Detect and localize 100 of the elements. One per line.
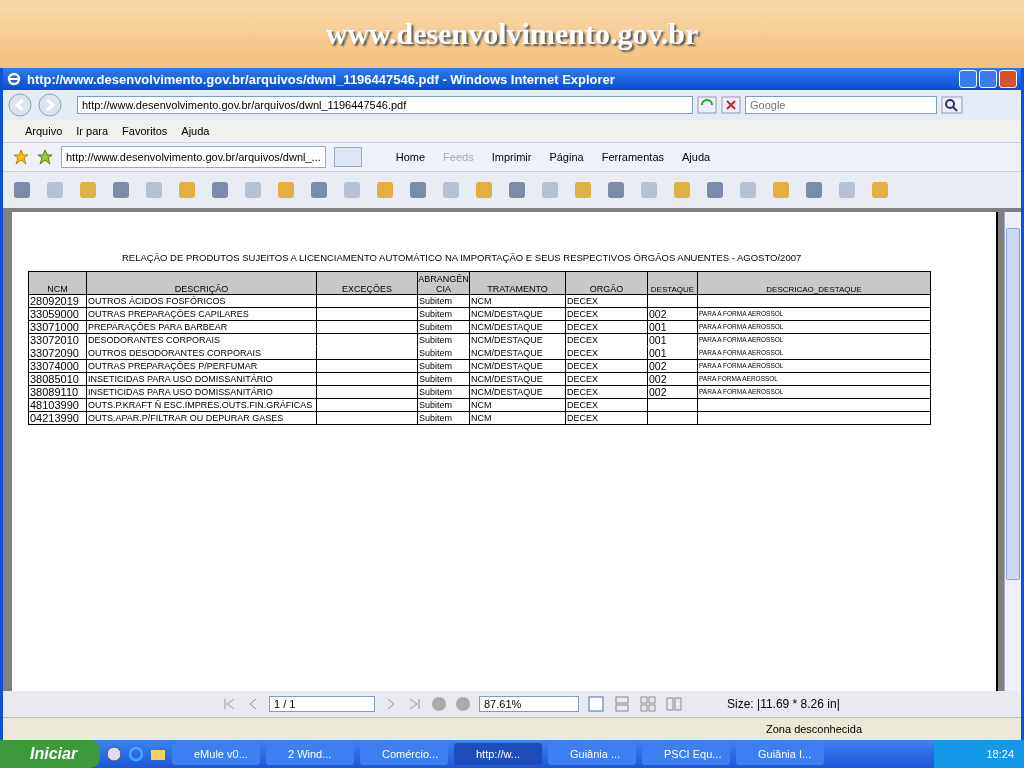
search-field[interactable]: Google — [745, 96, 937, 114]
column-header: NCM — [29, 272, 87, 295]
table-cell: 002 — [649, 386, 667, 398]
quick-launch-icon[interactable] — [106, 746, 122, 762]
menu-item[interactable]: Ir para — [76, 125, 109, 137]
table-cell: DESODORANTES CORPORAIS — [88, 334, 221, 345]
taskbar-button[interactable]: Guiânia ... — [548, 743, 636, 765]
table-cell: DECEX — [567, 387, 598, 397]
refresh-icon[interactable] — [697, 96, 717, 114]
table-cell: DECEX — [567, 335, 598, 345]
start-button[interactable]: Iniciar — [0, 740, 100, 768]
menu-item[interactable]: Arquivo — [25, 125, 63, 137]
taskbar-button[interactable]: PSCI Equ... — [642, 743, 730, 765]
table-cell: DECEX — [567, 374, 598, 384]
close-icon[interactable] — [721, 96, 741, 114]
table-cell: OUTS.P.KRAFT Ñ ESC.IMPRES.OUTS.FIN.GRÁFICAS — [88, 399, 313, 410]
table-cell: Subitem — [419, 400, 453, 410]
table-cell: DECEX — [567, 348, 598, 358]
forward-button[interactable] — [37, 92, 63, 118]
table-cell: DECEX — [567, 400, 598, 410]
page-size: Size: |11.69 * 8.26 in| — [727, 697, 840, 711]
table-cell: 002 — [649, 308, 667, 320]
minimize-button[interactable] — [959, 70, 977, 88]
menu-item[interactable]: Favoritos — [122, 125, 168, 137]
table-cell: Subitem — [419, 348, 453, 358]
new-tab-button[interactable] — [333, 147, 362, 167]
table-cell: OUTROS DESODORANTES CORPORAIS — [88, 347, 262, 358]
table-cell: OUTROS ÁCIDOS FOSFÓRICOS — [88, 295, 226, 306]
table-cell: DECEX — [567, 296, 598, 306]
table-cell: DECEX — [567, 309, 598, 319]
table-cell: DECEX — [567, 361, 598, 371]
table-cell: 001 — [649, 321, 667, 333]
page-field[interactable]: 1 / 1 — [269, 696, 375, 712]
maximize-button[interactable] — [979, 70, 997, 88]
table-cell: 28092019 — [30, 295, 79, 307]
column-header: DESTAQUE — [648, 272, 698, 295]
command-button[interactable]: Ferramentas — [601, 151, 665, 163]
table-cell: NCM/DESTAQUE — [471, 374, 543, 384]
table-cell: 04213990 — [30, 412, 79, 424]
address-field[interactable]: http://www.desenvolvimento.gov.br/arquivos/dwnl_1196447546.pdf — [77, 96, 693, 114]
search-icon[interactable] — [941, 96, 963, 114]
table-cell: 38085010 — [30, 373, 79, 385]
command-button[interactable]: Ajuda — [682, 151, 711, 163]
table-cell: NCM/DESTAQUE — [471, 322, 543, 332]
continuous-icon[interactable] — [613, 695, 631, 713]
back-button[interactable] — [7, 92, 33, 118]
table-cell: DECEX — [567, 322, 598, 332]
table-cell: 001 — [649, 347, 667, 359]
close-button[interactable] — [999, 70, 1017, 88]
grid-icon[interactable] — [639, 695, 657, 713]
taskbar-button[interactable]: eMule v0... — [172, 743, 260, 765]
document-heading: RELAÇÃO DE PRODUTOS SUJEITOS A LICENCIAMENTO AUTOMÁTICO NA IMPORTAÇÃO E SEUS RESPECTIVOS ÓRGÃOS ANUENTES - AGOSTO/2007 — [122, 252, 803, 263]
table-cell: NCM/DESTAQUE — [471, 335, 543, 345]
table-cell: Subitem — [419, 335, 453, 345]
add-favorite-icon[interactable] — [37, 149, 53, 165]
taskbar-button[interactable]: 2 Wind... — [266, 743, 354, 765]
column-header: ORGÃO — [566, 272, 648, 295]
clock: 18:24 — [986, 748, 1014, 760]
table-cell: OUTRAS PREPARAÇÕES CAPILARES — [88, 308, 249, 319]
table-cell: NCM — [471, 296, 492, 306]
window-title: http://www.desenvolvimento.gov.br/arquivos/dwnl_1196447546.pdf - Windows Internet Explorer — [27, 71, 615, 87]
column-header: DESCRIÇÃO — [87, 272, 317, 295]
table-cell: 002 — [649, 360, 667, 372]
column-header: TRATAMENTO — [470, 272, 566, 295]
table-cell: NCM/DESTAQUE — [471, 348, 543, 358]
table-cell: 38089110 — [30, 386, 79, 398]
table-cell: NCM — [471, 400, 492, 410]
command-button[interactable]: Página — [549, 151, 584, 163]
zoom-field[interactable]: 87.61% — [479, 696, 579, 712]
column-header: DESCRICAO_DESTAQUE — [698, 272, 931, 295]
table-cell: 33072090 — [30, 347, 79, 359]
browser-icon[interactable] — [128, 746, 144, 762]
table-cell: PREPARAÇÕES PARA BARBEAR — [88, 321, 228, 332]
table-cell: NCM/DESTAQUE — [471, 309, 543, 319]
table-cell: Subitem — [419, 361, 453, 371]
browser-tab[interactable]: http://www.desenvolvimento.gov.br/arquivos/dwnl_... — [61, 146, 326, 168]
table-cell: 48103990 — [30, 399, 79, 411]
scrollbar[interactable] — [1004, 212, 1021, 691]
menu-item[interactable]: Ajuda — [181, 125, 210, 137]
table-cell: NCM/DESTAQUE — [471, 361, 543, 371]
star-icon[interactable] — [13, 149, 29, 165]
single-page-icon[interactable] — [587, 695, 605, 713]
command-button[interactable]: Home — [395, 151, 426, 163]
column-header: ABRANGÊN CIA — [418, 272, 470, 295]
table-cell: Subitem — [419, 296, 453, 306]
facing-pages-icon[interactable] — [665, 695, 683, 713]
table-cell: NCM — [471, 413, 492, 423]
table-cell: 002 — [649, 373, 667, 385]
table-cell: OUTRAS PREPARAÇÕES P/PERFUMAR — [88, 360, 258, 371]
taskbar-button[interactable]: Guiânia I... — [736, 743, 824, 765]
table-cell: 33059000 — [30, 308, 79, 320]
table-cell: INSETICIDAS PARA USO DOMISSANITÁRIO — [88, 373, 273, 384]
table-cell: 33071000 — [30, 321, 79, 333]
taskbar-button[interactable]: Comércio... — [360, 743, 448, 765]
table-cell: Subitem — [419, 413, 453, 423]
command-button[interactable]: Imprimir — [491, 151, 532, 163]
table-cell: Subitem — [419, 322, 453, 332]
browser-icon — [7, 72, 21, 86]
taskbar-button[interactable]: http://w... — [454, 743, 542, 765]
table-cell: Subitem — [419, 309, 453, 319]
